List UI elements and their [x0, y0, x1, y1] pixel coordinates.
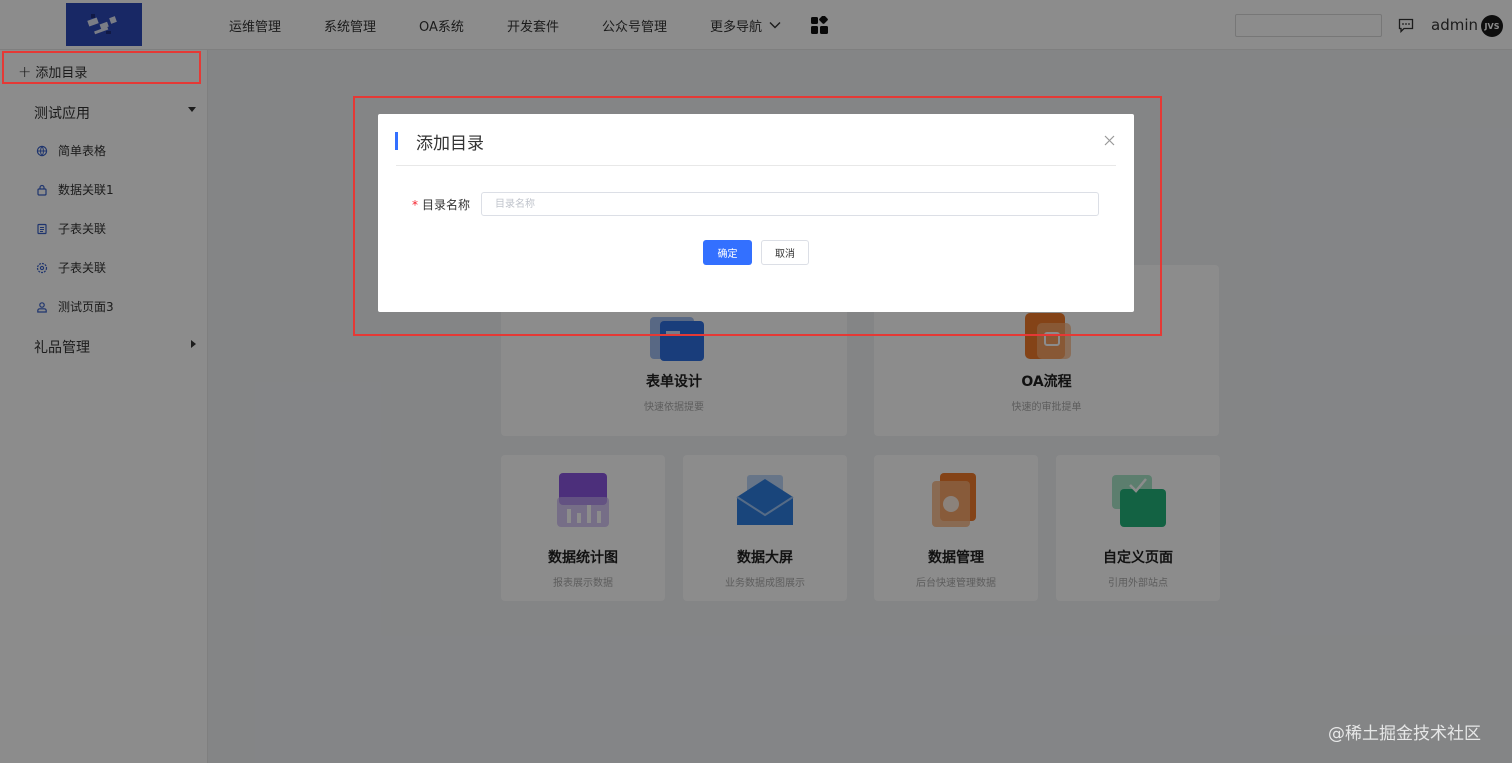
- highlight-box-add-directory: [2, 51, 201, 84]
- highlight-box-dialog: [353, 96, 1162, 336]
- watermark: @稀土掘金技术社区: [1328, 724, 1481, 744]
